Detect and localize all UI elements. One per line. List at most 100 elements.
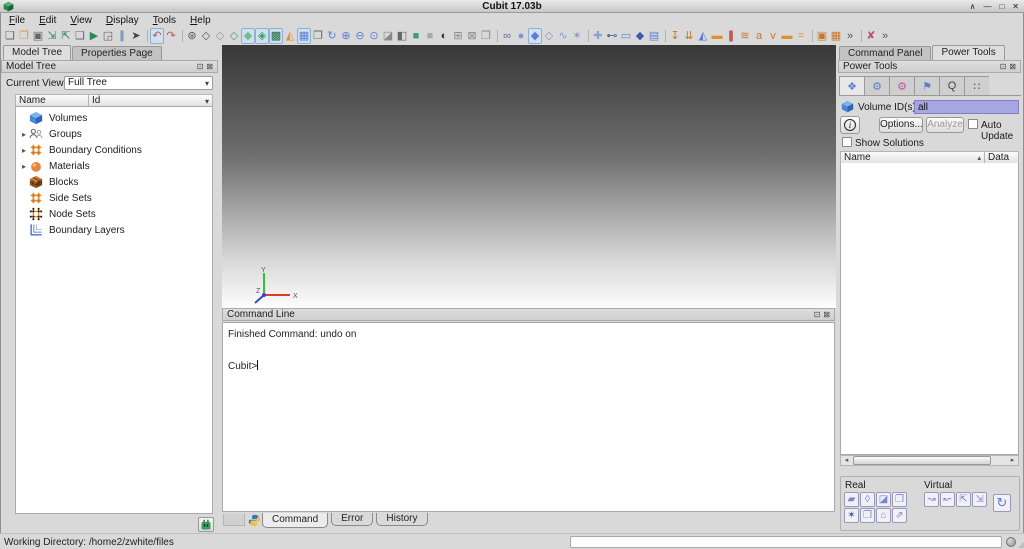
refresh-button[interactable]: ↻ [993, 494, 1011, 512]
pick-tool-button[interactable]: ➤ [129, 28, 143, 44]
scroll-left-icon[interactable]: ◂ [841, 456, 852, 465]
tab-properties-page[interactable]: Properties Page [72, 46, 162, 60]
menu-tools[interactable]: Tools [146, 14, 183, 27]
mesh-lines-button[interactable]: ▦ [297, 28, 311, 44]
geometry-tools-tab[interactable]: ❖ [839, 76, 864, 96]
info-button[interactable]: i [840, 116, 860, 134]
menu-view[interactable]: View [63, 14, 99, 27]
save-file-button[interactable]: ▣ [31, 28, 45, 44]
wireframe-mode-button[interactable]: ◇ [227, 28, 241, 44]
clip-plane-button[interactable]: ◭ [283, 28, 297, 44]
import-button[interactable]: ⇲ [45, 28, 59, 44]
export-button[interactable]: ⇱ [59, 28, 73, 44]
tree-item-side-sets[interactable]: Side Sets [16, 190, 212, 206]
tree-item-materials[interactable]: ▸ Materials [16, 158, 212, 174]
real-copy-button[interactable]: ❐ [860, 508, 875, 523]
real-extend-button[interactable]: ⇗ [892, 508, 907, 523]
minimize-button[interactable]: — [983, 0, 991, 13]
close-button[interactable]: ✕ [1012, 0, 1019, 13]
pause-button[interactable]: ∥ [115, 28, 129, 44]
sideset-button[interactable]: ▣ [815, 28, 829, 44]
close-panel-icon[interactable]: ⊠ [1009, 62, 1016, 72]
menu-display[interactable]: Display [99, 14, 146, 27]
tab-model-tree[interactable]: Model Tree [3, 45, 71, 60]
create-surface-button[interactable]: ▭ [619, 28, 633, 44]
zoom-fit-button[interactable]: ⊙ [367, 28, 381, 44]
close-panel-icon[interactable]: ⊠ [206, 62, 213, 72]
tab-error[interactable]: Error [331, 513, 373, 526]
float-panel-icon[interactable]: ⊡ [197, 62, 204, 72]
zoom-in-button[interactable]: ⊕ [339, 28, 353, 44]
velocity-bc-button[interactable]: v [766, 28, 780, 44]
constraint-bc-button[interactable]: = [794, 28, 808, 44]
pick-widget-button[interactable]: ✘ [864, 28, 878, 44]
cubit-mascot-button[interactable] [198, 517, 214, 532]
maximize-button[interactable]: □ [999, 0, 1004, 13]
eraser-button[interactable]: ◪ [381, 28, 395, 44]
real-tweak-button[interactable]: ❐ [892, 492, 907, 507]
virtual-composite-button[interactable]: ↝ [924, 492, 939, 507]
expander-icon[interactable]: ▸ [19, 162, 29, 171]
meshing-tools-tab[interactable]: ⚙ [864, 76, 889, 96]
scrollbar-thumb[interactable] [853, 456, 991, 465]
tree-item-groups[interactable]: ▸ Groups [16, 126, 212, 142]
journal-editor-button[interactable]: ❑ [73, 28, 87, 44]
menu-file[interactable]: File [2, 14, 32, 27]
results-table[interactable] [840, 163, 1019, 455]
tab-power-tools[interactable]: Power Tools [932, 45, 1004, 60]
float-panel-icon[interactable]: ⊡ [814, 310, 821, 320]
surface-select-button[interactable]: ◇ [542, 28, 556, 44]
create-vertex-button[interactable]: ✚ [591, 28, 605, 44]
tree-item-blocks[interactable]: Blocks [16, 174, 212, 190]
tab-command[interactable]: Command [262, 513, 328, 528]
acceleration-bc-button[interactable]: a [752, 28, 766, 44]
temperature-bc-button[interactable]: ❚ [724, 28, 738, 44]
tree-item-boundary-layers[interactable]: Boundary Layers [16, 222, 212, 238]
real-blend-button[interactable]: ▰ [844, 492, 859, 507]
measure-button[interactable]: ◧ [395, 28, 409, 44]
toolbar-overflow-chevron-2[interactable]: » [878, 28, 892, 44]
open-file-button[interactable]: ❒ [17, 28, 31, 44]
front-view-button[interactable]: ⊛ [185, 28, 199, 44]
status-command-input[interactable] [570, 536, 1002, 548]
nodeset-button[interactable]: ▦ [829, 28, 843, 44]
graphics-viewport[interactable]: Y X Z [222, 45, 836, 308]
mesh-mode-button[interactable]: ▩ [269, 28, 283, 44]
beam-bc-button[interactable]: ▬ [780, 28, 794, 44]
tree-item-volumes[interactable]: Volumes [16, 110, 212, 126]
auto-update-checkbox[interactable] [968, 119, 978, 129]
menu-help[interactable]: Help [183, 14, 218, 27]
resize-grip-icon[interactable]: ◢ [1018, 541, 1024, 549]
volume-select-button[interactable]: ◆ [528, 28, 542, 44]
groups-select-button[interactable]: ∞ [500, 28, 514, 44]
render-gray-button[interactable]: ■ [423, 28, 437, 44]
render-solid-button[interactable]: ■ [409, 28, 423, 44]
settings-tab[interactable]: ∷ [964, 76, 989, 96]
iso-view-button[interactable]: ◇ [199, 28, 213, 44]
create-curve-button[interactable]: ⊷ [605, 28, 619, 44]
expander-icon[interactable]: ▸ [19, 130, 29, 139]
wire-cube-button[interactable]: ⊞ [451, 28, 465, 44]
quality-tools-tab[interactable]: ⚙ [889, 76, 914, 96]
tree-item-node-sets[interactable]: Node Sets [16, 206, 212, 222]
float-panel-icon[interactable]: ⊡ [1000, 62, 1007, 72]
close-panel-icon[interactable]: ⊠ [823, 310, 830, 320]
virtual-split-button[interactable]: ⇲ [972, 492, 987, 507]
tab-history[interactable]: History [376, 513, 427, 526]
options-button[interactable]: Options... [879, 117, 923, 133]
moment-bc-button[interactable]: ◭ [696, 28, 710, 44]
menu-edit[interactable]: Edit [32, 14, 63, 27]
curve-select-button[interactable]: ∿ [556, 28, 570, 44]
hidden-line-view-button[interactable]: ◇ [213, 28, 227, 44]
save-journal-button[interactable]: ◲ [101, 28, 115, 44]
real-remove-button[interactable]: ✶ [844, 508, 859, 523]
analyze-button[interactable]: Analyze [926, 117, 964, 133]
redo-button[interactable]: ↷ [164, 28, 178, 44]
scroll-right-icon[interactable]: ▸ [1007, 456, 1018, 465]
python-console-button[interactable] [247, 513, 262, 528]
tab-command-panel[interactable]: Command Panel [839, 46, 931, 60]
contrast-view-button[interactable]: ◐ [437, 28, 451, 44]
show-solutions-checkbox[interactable] [842, 137, 852, 147]
shaded-mode-button[interactable]: ◆ [241, 28, 255, 44]
search-tab[interactable]: Q [939, 76, 964, 96]
